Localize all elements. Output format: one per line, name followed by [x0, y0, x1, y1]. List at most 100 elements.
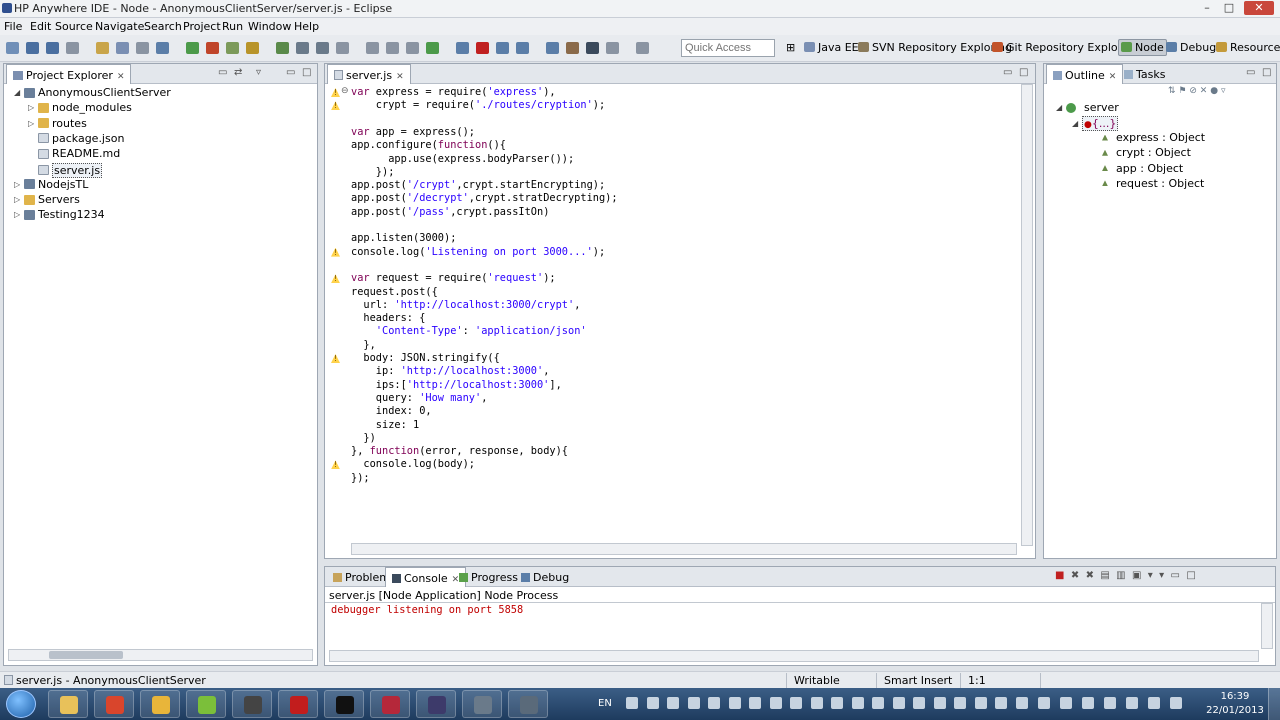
- tray-icon[interactable]: [810, 697, 823, 709]
- next-annotation-icon[interactable]: [336, 42, 349, 54]
- vertical-scrollbar[interactable]: [1021, 84, 1033, 546]
- filter-icon[interactable]: ⚑: [1178, 86, 1186, 96]
- tab-server-js[interactable]: server.js ✕: [327, 64, 411, 84]
- close-icon[interactable]: ✕: [117, 72, 125, 82]
- menu-window[interactable]: Window: [248, 20, 291, 33]
- menu-file[interactable]: File: [4, 20, 22, 33]
- code-line[interactable]: 'Content-Type': 'application/json': [351, 325, 587, 337]
- code-line[interactable]: },: [351, 339, 375, 351]
- code-line[interactable]: console.log('Listening on port 3000...')…: [351, 246, 605, 258]
- outline-item[interactable]: crypt : Object: [1102, 146, 1191, 159]
- code-line[interactable]: ip: 'http://localhost:3000',: [351, 365, 550, 377]
- taskbar-terminal[interactable]: [324, 690, 364, 718]
- maximize-view-icon[interactable]: □: [1186, 570, 1195, 581]
- tray-icon[interactable]: [831, 697, 843, 709]
- outline-item[interactable]: express : Object: [1102, 131, 1205, 144]
- warning-icon[interactable]: !: [331, 354, 340, 363]
- perspective-debug[interactable]: Debug: [1166, 41, 1216, 54]
- print-icon[interactable]: [66, 42, 79, 54]
- tray-icon[interactable]: [1015, 697, 1028, 709]
- expand-arrow-icon[interactable]: ◢: [1056, 103, 1066, 112]
- tray-icon[interactable]: [933, 697, 946, 709]
- close-icon[interactable]: ✕: [1109, 72, 1117, 82]
- warning-icon[interactable]: !: [331, 101, 340, 111]
- menu-source[interactable]: Source: [55, 20, 93, 33]
- code-line[interactable]: request.post({: [351, 286, 438, 298]
- system-tray-icon[interactable]: [1126, 697, 1138, 709]
- taskbar-tool2[interactable]: [508, 690, 548, 718]
- code-line[interactable]: var request = require('request');: [351, 272, 556, 284]
- outline-item[interactable]: app : Object: [1102, 162, 1183, 175]
- system-tray-icon[interactable]: [1148, 697, 1160, 709]
- refresh-icon[interactable]: [276, 42, 289, 54]
- code-line[interactable]: app.post('/decrypt',crypt.stratDecryptin…: [351, 192, 618, 204]
- show-desktop-button[interactable]: [1268, 688, 1280, 720]
- horizontal-scrollbar[interactable]: [329, 650, 1259, 662]
- tab-debug[interactable]: Debug: [515, 567, 575, 587]
- maximize-view-icon[interactable]: □: [1262, 67, 1271, 78]
- new-js-icon[interactable]: [246, 42, 259, 54]
- run-icon[interactable]: [186, 42, 199, 54]
- open-type-icon[interactable]: [116, 42, 129, 54]
- minimize-view-icon[interactable]: ▭: [1171, 570, 1180, 581]
- outline-item[interactable]: request : Object: [1102, 177, 1204, 190]
- window-icon[interactable]: [606, 42, 619, 54]
- minimize-view-icon[interactable]: ▭: [1003, 67, 1012, 78]
- taskbar-messenger[interactable]: [140, 690, 180, 718]
- menu-run[interactable]: Run: [222, 20, 243, 33]
- tray-icon[interactable]: [974, 697, 987, 709]
- tree-item-nodejstl[interactable]: ▷ NodejsTL: [14, 178, 88, 191]
- tree-item-anonymousclientserver[interactable]: ◢ AnonymousClientServer: [14, 86, 171, 99]
- expand-arrow-icon[interactable]: ▷: [14, 180, 24, 189]
- code-line[interactable]: console.log(body);: [351, 458, 475, 470]
- outline-function-node[interactable]: ◢ ●{...}: [1072, 116, 1119, 131]
- hide-static-icon[interactable]: ✕: [1200, 86, 1208, 96]
- minimize-button[interactable]: –: [1196, 1, 1218, 15]
- code-line[interactable]: url: 'http://localhost:3000/crypt',: [351, 299, 580, 311]
- taskbar-chrome[interactable]: [94, 690, 134, 718]
- expand-arrow-icon[interactable]: ◢: [1072, 119, 1082, 128]
- last-edit-icon[interactable]: [386, 42, 399, 54]
- tray-icon[interactable]: [708, 697, 720, 709]
- code-line[interactable]: });: [351, 472, 370, 484]
- tray-icon[interactable]: [687, 697, 700, 709]
- back-icon[interactable]: [296, 42, 309, 54]
- perspective-resource[interactable]: Resource: [1216, 41, 1280, 54]
- system-tray-icon[interactable]: [1082, 697, 1094, 709]
- expand-arrow-icon[interactable]: ◢: [14, 88, 24, 97]
- minimize-view-icon[interactable]: ▭: [286, 67, 295, 78]
- menu-edit[interactable]: Edit: [30, 20, 51, 33]
- outline-root[interactable]: ◢ server: [1056, 101, 1119, 114]
- clear-console-icon[interactable]: ▤: [1100, 570, 1109, 581]
- code-line[interactable]: headers: {: [351, 312, 425, 324]
- debug-icon[interactable]: [156, 42, 169, 54]
- open-perspective-icon[interactable]: ⊞: [786, 41, 795, 54]
- prev-annotation-icon[interactable]: [366, 42, 379, 54]
- tray-icon[interactable]: [646, 697, 659, 709]
- terminate-icon[interactable]: ■: [1055, 570, 1064, 581]
- scroll-thumb[interactable]: [49, 651, 123, 659]
- quick-access-input[interactable]: [681, 39, 775, 57]
- taskbar-explorer[interactable]: [48, 690, 88, 718]
- perspective-java-ee[interactable]: Java EE: [804, 41, 859, 54]
- new-icon[interactable]: [6, 42, 19, 54]
- horizontal-scrollbar[interactable]: [351, 543, 1017, 555]
- start-button[interactable]: [6, 690, 36, 718]
- tray-icon[interactable]: [954, 697, 966, 709]
- tab-outline[interactable]: Outline ✕: [1046, 64, 1124, 84]
- tab-progress[interactable]: Progress: [453, 567, 524, 587]
- stop-icon[interactable]: [476, 42, 489, 54]
- tree-item-server-js[interactable]: server.js: [28, 162, 103, 178]
- tray-icon[interactable]: [851, 697, 864, 709]
- tray-icon[interactable]: [892, 697, 905, 709]
- save-all-icon[interactable]: [46, 42, 59, 54]
- tab-tasks[interactable]: Tasks: [1118, 64, 1171, 84]
- new-project-icon[interactable]: [96, 42, 109, 54]
- console-output[interactable]: debugger listening on port 5858: [331, 604, 523, 616]
- code-line[interactable]: app.listen(3000);: [351, 232, 456, 244]
- fold-icon[interactable]: ⊖: [341, 86, 349, 96]
- tree-item-readme-md[interactable]: README.md: [28, 147, 120, 160]
- pin-icon[interactable]: [406, 42, 419, 54]
- view-menu-icon[interactable]: ▿: [256, 67, 261, 78]
- close-icon[interactable]: ✕: [396, 72, 404, 82]
